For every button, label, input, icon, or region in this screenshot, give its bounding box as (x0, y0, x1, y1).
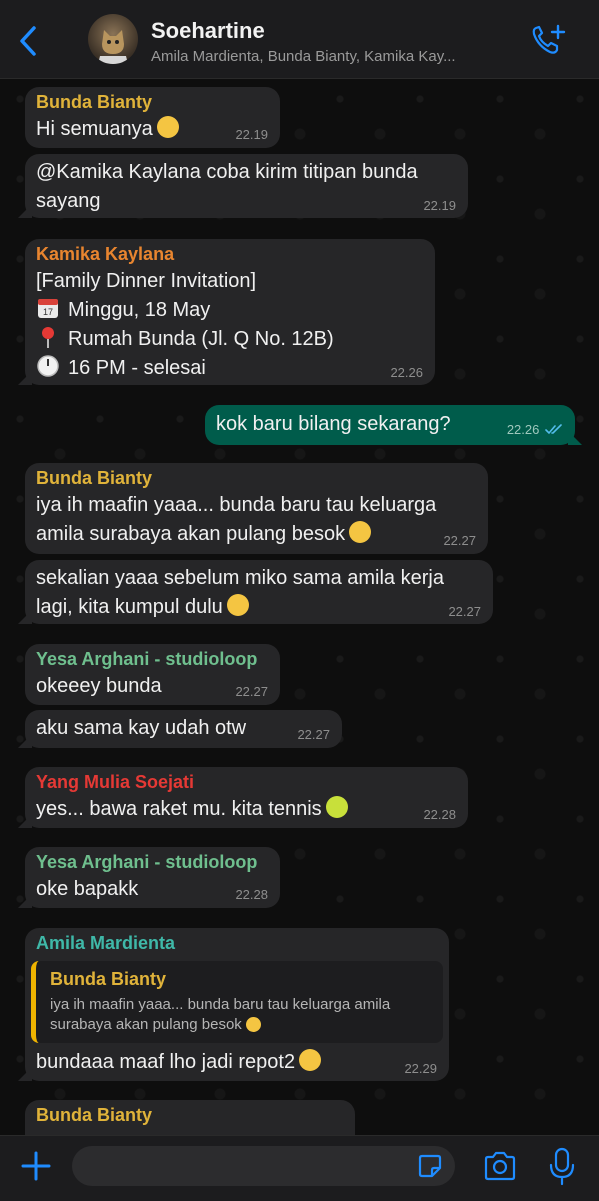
crying-face-emoji (299, 1049, 322, 1071)
message-time: 22.26 (507, 422, 563, 437)
microphone-icon[interactable] (548, 1146, 576, 1186)
add-call-icon[interactable] (530, 24, 566, 56)
message-bubble[interactable]: Bunda Bianty (25, 1100, 355, 1135)
clock-icon (37, 355, 59, 377)
message-bubble-outgoing[interactable]: kok baru bilang sekarang? 22.26 (205, 405, 582, 445)
message-bubble[interactable]: Yesa Arghani - studioloop oke bapakk 22.… (18, 847, 280, 908)
sender-name: Bunda Bianty (36, 1105, 153, 1125)
message-bubble[interactable]: Amila Mardienta Bunda Bianty iya ih maaf… (18, 928, 449, 1081)
quoted-text: iya ih maafin yaaa... bunda baru tau kel… (50, 996, 391, 1033)
message-text: aku sama kay udah otw (36, 717, 247, 739)
sender-name: Yesa Arghani - studioloop (36, 649, 258, 669)
quoted-sender: Bunda Bianty (50, 969, 167, 989)
hugging-face-emoji (226, 594, 249, 616)
message-time: 22.28 (235, 887, 268, 902)
message-text: Rumah Bunda (Jl. Q No. 12B) (36, 325, 334, 354)
message-bubble[interactable]: aku sama kay udah otw 22.27 (18, 710, 342, 748)
sender-name: Amila Mardienta (36, 933, 176, 953)
chevron-left-icon[interactable] (14, 24, 44, 58)
message-input[interactable] (72, 1146, 455, 1186)
plus-icon[interactable] (20, 1150, 52, 1182)
message-text: yes... bawa raket mu. kita tennis (36, 795, 348, 824)
message-time: 22.29 (404, 1061, 437, 1076)
message-time: 22.27 (235, 684, 268, 699)
message-text: [Family Dinner Invitation] (36, 270, 257, 292)
sender-name: Bunda Bianty (36, 92, 153, 112)
message-text: sekalian yaaa sebelum miko sama amila ke… (36, 567, 444, 589)
message-text: Hi semuanya (36, 115, 179, 144)
message-bubble[interactable]: Yesa Arghani - studioloop okeeey bunda 2… (25, 644, 280, 705)
message-text: okeeey bunda (36, 675, 162, 697)
svg-text:17: 17 (43, 307, 53, 317)
bubble-tail (18, 1067, 32, 1081)
avatar[interactable] (88, 14, 138, 64)
message-time: 22.27 (443, 533, 476, 548)
calendar-icon: 17 (38, 299, 58, 318)
sender-name: Kamika Kaylana (36, 244, 175, 264)
sender-name: Bunda Bianty (36, 468, 153, 488)
tennis-ball-emoji (325, 796, 348, 818)
pleading-face-emoji (349, 521, 372, 543)
bubble-tail (18, 371, 32, 385)
message-bubble[interactable]: @Kamika Kaylana coba kirim titipan bunda… (18, 154, 468, 218)
message-text: 16 PM - selesai (36, 354, 206, 383)
message-text: iya ih maafin yaaa... bunda baru tau kel… (36, 494, 437, 516)
bubble-tail (18, 204, 32, 218)
message-text: 17 Minggu, 18 May (36, 296, 210, 325)
message-time: 22.27 (297, 727, 330, 742)
message-text: bundaaa maaf lho jadi repot2 (36, 1048, 322, 1077)
camera-icon[interactable] (482, 1150, 518, 1182)
message-time: 22.19 (423, 198, 456, 213)
message-text: lagi, kita kumpul dulu (36, 593, 249, 622)
chat-header: Soehartine Amila Mardienta, Bunda Bianty… (0, 0, 599, 79)
message-text: amila surabaya akan pulang besok (36, 520, 372, 549)
double-check-icon (545, 424, 562, 435)
group-members[interactable]: Amila Mardienta, Bunda Bianty, Kamika Ka… (151, 48, 456, 65)
composer-bar (0, 1135, 599, 1201)
sender-name: Yesa Arghani - studioloop (36, 852, 258, 872)
message-bubble[interactable]: Yang Mulia Soejati yes... bawa raket mu.… (18, 767, 468, 828)
message-text: oke bapakk (36, 878, 139, 900)
sender-name: Yang Mulia Soejati (36, 772, 195, 792)
message-bubble[interactable]: Bunda Bianty Hi semuanya 22.19 (25, 87, 280, 148)
pin-icon (42, 327, 54, 348)
message-text: kok baru bilang sekarang? (216, 413, 451, 435)
bubble-tail (568, 431, 582, 445)
message-time: 22.19 (235, 127, 268, 142)
message-list[interactable]: Bunda Bianty Hi semuanya 22.19 @Kamika K… (0, 79, 599, 1135)
message-time: 22.27 (448, 604, 481, 619)
bubble-tail (18, 734, 32, 748)
sticker-icon[interactable] (416, 1152, 444, 1180)
message-bubble[interactable]: sekalian yaaa sebelum miko sama amila ke… (18, 560, 493, 624)
message-time: 22.26 (390, 365, 423, 380)
message-time: 22.28 (423, 807, 456, 822)
hugging-face-emoji (156, 116, 179, 138)
pleading-face-emoji (245, 1017, 261, 1032)
bubble-tail (18, 610, 32, 624)
bubble-tail (18, 894, 32, 908)
message-text: @Kamika Kaylana coba kirim titipan bunda (36, 161, 418, 183)
quoted-message[interactable]: Bunda Bianty iya ih maafin yaaa... bunda… (31, 961, 443, 1043)
message-bubble[interactable]: Bunda Bianty iya ih maafin yaaa... bunda… (25, 463, 488, 554)
group-title[interactable]: Soehartine (151, 18, 265, 44)
bubble-tail (18, 814, 32, 828)
message-bubble[interactable]: Kamika Kaylana [Family Dinner Invitation… (18, 239, 435, 385)
message-text: sayang (36, 190, 101, 212)
